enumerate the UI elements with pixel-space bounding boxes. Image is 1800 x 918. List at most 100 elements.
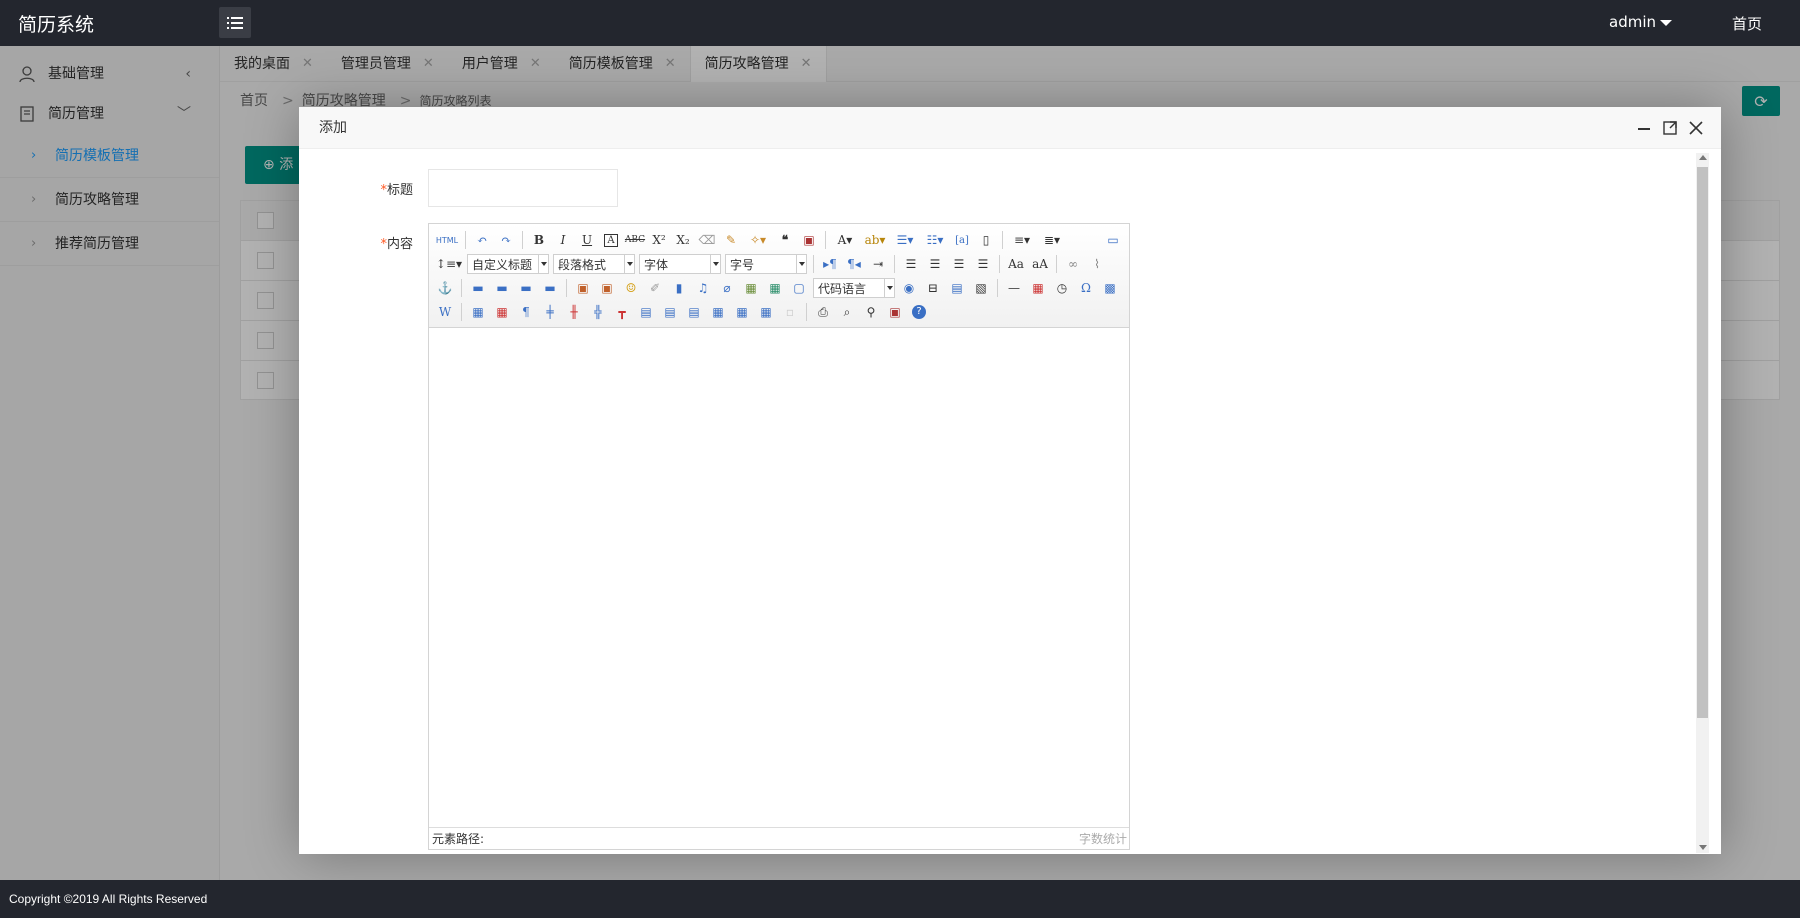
custom-title-select[interactable]: 自定义标题 <box>467 254 549 274</box>
time-icon[interactable]: ◷ <box>1051 278 1073 298</box>
align-justify-icon[interactable]: ☰ <box>972 254 994 274</box>
template-icon[interactable]: ▤ <box>946 278 968 298</box>
close-icon[interactable] <box>1687 119 1705 137</box>
merge-down-icon[interactable]: ▤ <box>683 302 705 322</box>
date-icon[interactable]: ▦ <box>1027 278 1049 298</box>
toolbar-separator <box>465 231 466 249</box>
font-size-select[interactable]: 字号 <box>725 254 807 274</box>
insert-video-icon[interactable]: ▮ <box>668 278 690 298</box>
top-header: 简历系统 admin 首页 <box>0 0 1800 46</box>
gmap-icon[interactable]: ▦ <box>764 278 786 298</box>
split-cols-icon[interactable]: ▦ <box>755 302 777 322</box>
superscript-icon[interactable]: X² <box>648 230 670 250</box>
editor-content-area[interactable] <box>429 328 1129 828</box>
home-link[interactable]: 首页 <box>1732 13 1762 34</box>
delete-row-icon[interactable]: ╫ <box>563 302 585 322</box>
split-rows-icon[interactable]: ▦ <box>731 302 753 322</box>
insert-frame-icon[interactable]: ▢ <box>788 278 810 298</box>
paste-plain-icon[interactable]: ▣ <box>798 230 820 250</box>
align-left-icon[interactable]: ☰ <box>900 254 922 274</box>
wordimage-icon[interactable]: ▩ <box>1099 278 1121 298</box>
row-spacing-top-icon[interactable]: ≡▾ <box>1008 230 1036 250</box>
pagebreak-icon[interactable]: ⊟ <box>922 278 944 298</box>
maximize-icon[interactable] <box>1661 119 1679 137</box>
image-left-icon[interactable]: ▬ <box>491 278 513 298</box>
preview-icon[interactable]: ▭ <box>1102 230 1124 250</box>
font-border-icon[interactable]: A <box>600 230 622 250</box>
strikethrough-icon[interactable]: ABC <box>624 230 646 250</box>
merge-right-icon[interactable]: ▤ <box>659 302 681 322</box>
scrollbar-thumb[interactable] <box>1697 167 1708 718</box>
eraser-icon[interactable]: ⌫ <box>696 230 718 250</box>
rtl-icon[interactable]: ¶◂ <box>843 254 865 274</box>
line-height-icon[interactable]: ↕≡▾ <box>434 254 464 274</box>
underline-icon[interactable]: U <box>576 230 598 250</box>
insert-table-icon[interactable]: ▦ <box>467 302 489 322</box>
print-icon[interactable]: ⎙ <box>812 302 834 322</box>
paragraph-format-select[interactable]: 段落格式 <box>553 254 635 274</box>
image-center-icon[interactable]: ▬ <box>539 278 561 298</box>
insert-image-icon[interactable]: ▣ <box>596 278 618 298</box>
insert-row-icon[interactable]: ╪ <box>539 302 561 322</box>
scroll-down-icon[interactable] <box>1699 845 1707 850</box>
delete-table-icon[interactable]: ▦ <box>491 302 513 322</box>
select-all-icon[interactable]: [a] <box>951 230 973 250</box>
auto-format-icon[interactable]: ✧▾ <box>744 230 772 250</box>
simple-upload-icon[interactable]: ▣ <box>572 278 594 298</box>
image-right-icon[interactable]: ▬ <box>515 278 537 298</box>
font-family-select[interactable]: 字体 <box>639 254 721 274</box>
music-icon[interactable]: ♫ <box>692 278 714 298</box>
emotion-icon[interactable]: ☺ <box>620 278 642 298</box>
chart-icon[interactable]: ▫ <box>779 302 801 322</box>
subscript-icon[interactable]: X₂ <box>672 230 694 250</box>
background-color-icon[interactable]: ab▾ <box>861 230 889 250</box>
html-source-button[interactable]: HTML <box>434 230 460 250</box>
anchor-icon[interactable]: ⚓ <box>434 278 456 298</box>
undo-icon[interactable]: ↶ <box>471 230 493 250</box>
word-image-icon[interactable]: W <box>434 302 456 322</box>
bold-icon[interactable]: B <box>528 230 550 250</box>
special-chars-icon[interactable]: Ω <box>1075 278 1097 298</box>
redo-icon[interactable]: ↷ <box>495 230 517 250</box>
map-icon[interactable]: ▦ <box>740 278 762 298</box>
clear-document-icon[interactable]: ▯ <box>975 230 997 250</box>
help-icon[interactable]: ? <box>908 302 930 322</box>
lowercase-icon[interactable]: aA <box>1029 254 1051 274</box>
ltr-icon[interactable]: ▸¶ <box>819 254 841 274</box>
font-color-icon[interactable]: A▾ <box>831 230 859 250</box>
menu-toggle-button[interactable] <box>219 7 251 38</box>
split-cells-icon[interactable]: ▦ <box>707 302 729 322</box>
horizontal-rule-icon[interactable]: — <box>1003 278 1025 298</box>
merge-cells-icon[interactable]: ▤ <box>635 302 657 322</box>
title-input[interactable] <box>428 169 618 207</box>
user-menu[interactable]: admin <box>1609 13 1672 31</box>
code-language-select[interactable]: 代码语言 <box>813 278 895 298</box>
indent-icon[interactable]: ⇥ <box>867 254 889 274</box>
insert-col-icon[interactable]: ╬ <box>587 302 609 322</box>
dialog-scrollbar[interactable] <box>1696 153 1709 853</box>
background-icon[interactable]: ▧ <box>970 278 992 298</box>
image-none-icon[interactable]: ▬ <box>467 278 489 298</box>
insert-paragraph-icon[interactable]: ¶ <box>515 302 537 322</box>
row-spacing-bottom-icon[interactable]: ≣▾ <box>1038 230 1066 250</box>
unordered-list-icon[interactable]: ☷▾ <box>921 230 949 250</box>
minimize-icon[interactable] <box>1635 119 1653 137</box>
unlink-icon[interactable]: ⌇ <box>1086 254 1108 274</box>
blockquote-icon[interactable]: ❝ <box>774 230 796 250</box>
attachment-icon[interactable]: ⌀ <box>716 278 738 298</box>
drafts-icon[interactable]: ▣ <box>884 302 906 322</box>
format-brush-icon[interactable]: ✎ <box>720 230 742 250</box>
align-right-icon[interactable]: ☰ <box>948 254 970 274</box>
search-replace-icon[interactable]: ⚲ <box>860 302 882 322</box>
uppercase-icon[interactable]: Aa <box>1005 254 1027 274</box>
link-icon[interactable]: ∞ <box>1062 254 1084 274</box>
preview-zoom-icon[interactable]: ⌕ <box>836 302 858 322</box>
delete-col-icon[interactable]: ┳ <box>611 302 633 322</box>
italic-icon[interactable]: I <box>552 230 574 250</box>
scroll-up-icon[interactable] <box>1699 155 1707 160</box>
scrawl-icon[interactable]: ✐ <box>644 278 666 298</box>
webapp-icon[interactable]: ◉ <box>898 278 920 298</box>
app-logo: 简历系统 <box>18 14 95 36</box>
ordered-list-icon[interactable]: ☰▾ <box>891 230 919 250</box>
align-center-icon[interactable]: ☰ <box>924 254 946 274</box>
